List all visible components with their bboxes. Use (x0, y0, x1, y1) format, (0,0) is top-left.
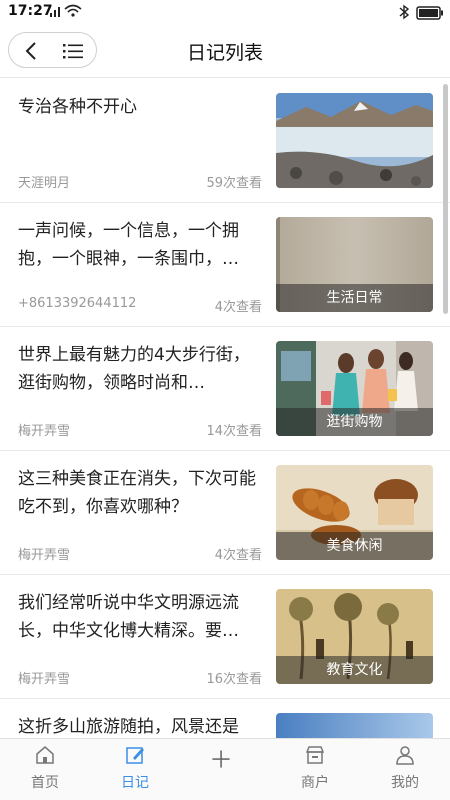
home-icon (36, 746, 54, 764)
diary-icon (126, 747, 144, 764)
tab-label: 首页 (31, 775, 59, 791)
nav-capsule (8, 32, 97, 68)
wifi-icon (64, 4, 82, 17)
tab-label: 商户 (301, 775, 329, 791)
list-item[interactable]: 我们经常听说中华文明源远流长，中华文化博大精深。要… 梅开弄雪 16次查看 教育… (0, 575, 450, 699)
item-thumbnail[interactable]: 教育文化 (276, 589, 433, 684)
travel-sky-image (276, 713, 433, 738)
menu-button[interactable] (59, 39, 87, 63)
item-views: 4次查看 (214, 300, 262, 315)
list-item[interactable]: 这三种美食正在消失，下次可能吃不到，你喜欢哪种？ 梅开弄雪 4次查看 美食休闲 (0, 451, 450, 575)
list-item[interactable]: 专治各种不开心 天涯明月 59次查看 (0, 79, 450, 203)
scrollbar[interactable] (443, 84, 448, 314)
tab-label: 我的 (391, 775, 419, 791)
item-thumbnail[interactable] (276, 713, 433, 738)
list-item[interactable]: 这折多山旅游随拍，风景还是 (0, 699, 450, 738)
tab-label: 日记 (121, 775, 149, 791)
bluetooth-icon (399, 4, 410, 20)
item-thumbnail[interactable] (276, 93, 433, 188)
add-icon (212, 750, 230, 768)
back-button[interactable] (19, 39, 45, 63)
item-thumbnail[interactable]: 生活日常 (276, 217, 433, 312)
item-author: 梅开弄雪 (18, 548, 71, 563)
item-views: 59次查看 (206, 176, 262, 191)
tab-home[interactable]: 首页 (0, 739, 90, 800)
profile-icon (396, 746, 414, 765)
item-thumbnail[interactable]: 逛街购物 (276, 341, 433, 436)
item-title: 一声问候，一个信息，一个拥抱，一个眼神，一条围巾，… (18, 221, 239, 269)
thumbnail-caption: 生活日常 (276, 284, 433, 312)
thumbnail-caption: 逛街购物 (276, 408, 433, 436)
item-title: 这三种美食正在消失，下次可能吃不到，你喜欢哪种？ (18, 469, 256, 517)
shop-icon (305, 746, 325, 764)
thumbnail-caption: 美食休闲 (276, 532, 433, 560)
app-header: 日记列表 (0, 26, 450, 78)
lake-mountain-image (276, 93, 433, 188)
list-item[interactable]: 世界上最有魅力的4大步行街，逛街购物，领略时尚和… 梅开弄雪 14次查看 逛街购… (0, 327, 450, 451)
item-views: 4次查看 (214, 548, 262, 563)
tab-diary[interactable]: 日记 (90, 739, 180, 800)
battery-icon (416, 6, 443, 20)
item-thumbnail[interactable]: 美食休闲 (276, 465, 433, 560)
signal-icon (50, 7, 60, 17)
list-item[interactable]: 一声问候，一个信息，一个拥抱，一个眼神，一条围巾，… +861339264411… (0, 203, 450, 327)
item-title: 世界上最有魅力的4大步行街，逛街购物，领略时尚和… (18, 345, 250, 393)
tab-shop[interactable]: 商户 (270, 739, 360, 800)
back-arrow-icon (25, 42, 36, 60)
diary-list: 专治各种不开心 天涯明月 59次查看 一声问候，一个信息，一个拥抱，一个眼神，一… (0, 79, 450, 738)
tab-add[interactable] (180, 739, 270, 800)
item-author: +8613392644112 (18, 296, 137, 311)
tab-profile[interactable]: 我的 (360, 739, 450, 800)
item-title: 这折多山旅游随拍，风景还是 (18, 717, 239, 737)
item-views: 14次查看 (206, 424, 262, 439)
thumbnail-caption: 教育文化 (276, 656, 433, 684)
item-author: 梅开弄雪 (18, 672, 71, 687)
item-title: 我们经常听说中华文明源远流长，中华文化博大精深。要… (18, 593, 239, 641)
bottom-tab-bar: 首页 日记 商户 我的 (0, 738, 450, 800)
item-title: 专治各种不开心 (18, 97, 137, 117)
item-author: 梅开弄雪 (18, 424, 71, 439)
item-views: 16次查看 (206, 672, 262, 687)
list-menu-icon (63, 44, 83, 59)
status-bar: 17:27 (0, 0, 450, 26)
item-author: 天涯明月 (18, 176, 71, 191)
status-time: 17:27 (8, 3, 53, 19)
